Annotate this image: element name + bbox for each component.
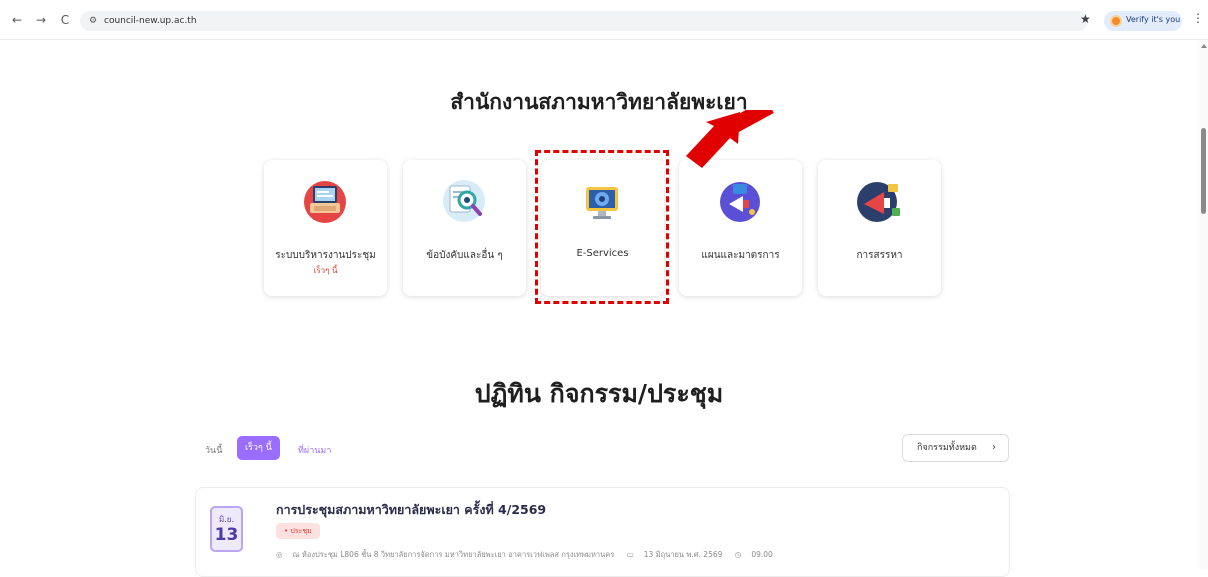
service-card-regulations[interactable]: ข้อบังคับและอื่น ๆ bbox=[403, 160, 526, 296]
profile-avatar-icon bbox=[1110, 15, 1122, 27]
profile-label: Verify it's you bbox=[1126, 15, 1181, 24]
service-card-plans[interactable]: แผนและมาตรการ bbox=[679, 160, 802, 296]
calendar-icon: ▭ bbox=[626, 550, 634, 559]
event-meta: ◎ ณ ห้องประชุม L806 ชั้น 8 วิทยาลัยการจัด… bbox=[276, 549, 783, 561]
service-card-recruitment[interactable]: การสรรหา bbox=[818, 160, 941, 296]
megaphone-icon bbox=[720, 182, 760, 222]
document-search-icon bbox=[443, 180, 485, 222]
red-arrow-icon bbox=[686, 110, 774, 168]
clock-icon: ◷ bbox=[734, 550, 742, 559]
all-activities-button[interactable]: กิจกรรมทั้งหมด › bbox=[902, 434, 1009, 462]
forward-icon[interactable]: → bbox=[34, 13, 48, 27]
address-bar[interactable]: ⚙ council-new.up.ac.th bbox=[80, 11, 1088, 31]
reload-icon[interactable]: C bbox=[58, 13, 72, 27]
browser-menu-icon[interactable]: ⋮ bbox=[1192, 11, 1204, 25]
service-label: ระบบบริหารงานประชุม bbox=[275, 250, 376, 261]
profile-button[interactable]: Verify it's you bbox=[1104, 11, 1182, 31]
highlight-box bbox=[535, 150, 669, 304]
tab-upcoming[interactable]: เร็วๆ นี้ bbox=[237, 436, 280, 460]
event-day: 13 bbox=[214, 525, 239, 545]
browser-toolbar: ← → C ⚙ council-new.up.ac.th ★ Verify it… bbox=[0, 0, 1208, 40]
scroll-up-icon[interactable] bbox=[1201, 44, 1207, 48]
bookmark-star-icon[interactable]: ★ bbox=[1080, 12, 1091, 26]
event-card[interactable]: มิ.ย. 13 การประชุมสภามหาวิทยาลัยพะเยา คร… bbox=[195, 487, 1010, 577]
all-activities-label: กิจกรรมทั้งหมด bbox=[917, 443, 977, 453]
url-text[interactable]: council-new.up.ac.th bbox=[104, 14, 197, 28]
laptop-icon bbox=[304, 181, 346, 223]
tab-today[interactable]: วันนี้ bbox=[205, 443, 222, 457]
service-coming-soon: เร็วๆ นี้ bbox=[313, 266, 338, 275]
tab-past[interactable]: ที่ผ่านมา bbox=[298, 443, 331, 457]
event-type-badge: • ประชุม bbox=[276, 523, 320, 539]
event-date: 13 มิถุนายน พ.ศ. 2569 bbox=[643, 550, 723, 559]
page-title: สำนักงานสภามหาวิทยาลัยพะเยา bbox=[450, 90, 748, 114]
event-date-badge: มิ.ย. 13 bbox=[210, 506, 243, 552]
service-label: ข้อบังคับและอื่น ๆ bbox=[426, 250, 503, 261]
event-location: ณ ห้องประชุม L806 ชั้น 8 วิทยาลัยการจัดก… bbox=[292, 550, 615, 559]
back-icon[interactable]: ← bbox=[10, 13, 24, 27]
service-label: การสรรหา bbox=[856, 250, 903, 261]
chevron-right-icon: › bbox=[992, 442, 996, 453]
event-title[interactable]: การประชุมสภามหาวิทยาลัยพะเยา ครั้งที่ 4/… bbox=[276, 500, 546, 520]
event-time: 09.00 bbox=[751, 550, 773, 559]
activities-title: ปฏิทิน กิจกรรม/ประชุม bbox=[474, 379, 724, 408]
service-label: แผนและมาตรการ bbox=[701, 250, 780, 261]
service-card-meeting-system[interactable]: ระบบบริหารงานประชุม เร็วๆ นี้ bbox=[264, 160, 387, 296]
scrollbar[interactable] bbox=[1198, 40, 1208, 569]
scrollbar-thumb[interactable] bbox=[1201, 128, 1206, 214]
announcement-icon bbox=[857, 182, 900, 222]
site-settings-icon[interactable]: ⚙ bbox=[87, 15, 99, 27]
location-pin-icon: ◎ bbox=[276, 550, 283, 559]
